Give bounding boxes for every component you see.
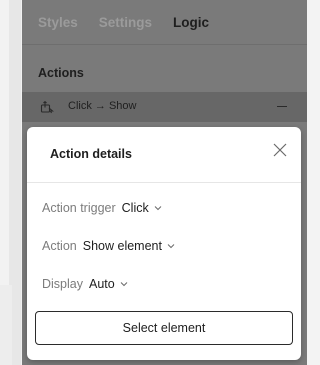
- action-type-label: Action: [42, 239, 77, 253]
- interaction-icon: [40, 100, 54, 114]
- close-icon[interactable]: [272, 142, 288, 158]
- action-trigger-value: Click: [121, 201, 149, 215]
- tabs-divider: [22, 44, 307, 45]
- page-canvas: [0, 0, 22, 365]
- action-trigger-label: Action trigger: [42, 201, 116, 215]
- actions-section-title: Actions: [38, 66, 84, 80]
- chevron-down-icon: [120, 282, 128, 287]
- tab-styles[interactable]: Styles: [38, 15, 78, 30]
- tab-logic[interactable]: Logic: [173, 15, 209, 30]
- action-type-value: Show element: [82, 239, 162, 253]
- action-type-select[interactable]: Show element: [83, 239, 175, 253]
- chevron-down-icon: [167, 244, 175, 249]
- tab-settings[interactable]: Settings: [99, 15, 152, 30]
- display-field: Display Auto: [42, 277, 128, 291]
- action-item-label: Click → Show: [68, 100, 137, 112]
- action-type-field: Action Show element: [42, 239, 175, 253]
- display-value: Auto: [89, 277, 115, 291]
- action-trigger-field: Action trigger Click: [42, 201, 162, 215]
- action-list-item[interactable]: Click → Show: [22, 92, 307, 122]
- display-select[interactable]: Auto: [89, 277, 128, 291]
- minus-icon[interactable]: [277, 106, 287, 107]
- action-details-popover: Action details Action trigger Click Acti…: [27, 127, 301, 360]
- chevron-down-icon: [154, 206, 162, 211]
- action-trigger-select[interactable]: Click: [122, 201, 162, 215]
- inspector-tabs: Styles Settings Logic: [22, 0, 307, 44]
- popover-title: Action details: [50, 147, 132, 161]
- select-element-button[interactable]: Select element: [35, 311, 293, 345]
- popover-header: Action details: [27, 127, 301, 183]
- display-label: Display: [42, 277, 83, 291]
- canvas-element-edge-lower: [0, 285, 12, 365]
